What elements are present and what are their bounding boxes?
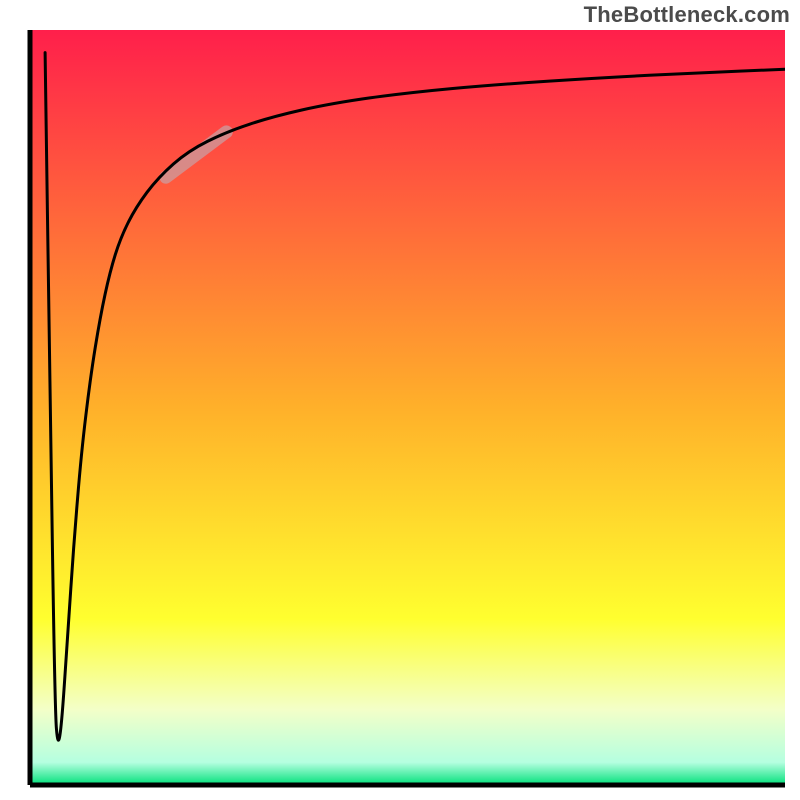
plot-background xyxy=(30,30,785,785)
bottleneck-chart: TheBottleneck.com xyxy=(0,0,800,800)
watermark-text: TheBottleneck.com xyxy=(584,2,790,28)
chart-svg xyxy=(0,0,800,800)
